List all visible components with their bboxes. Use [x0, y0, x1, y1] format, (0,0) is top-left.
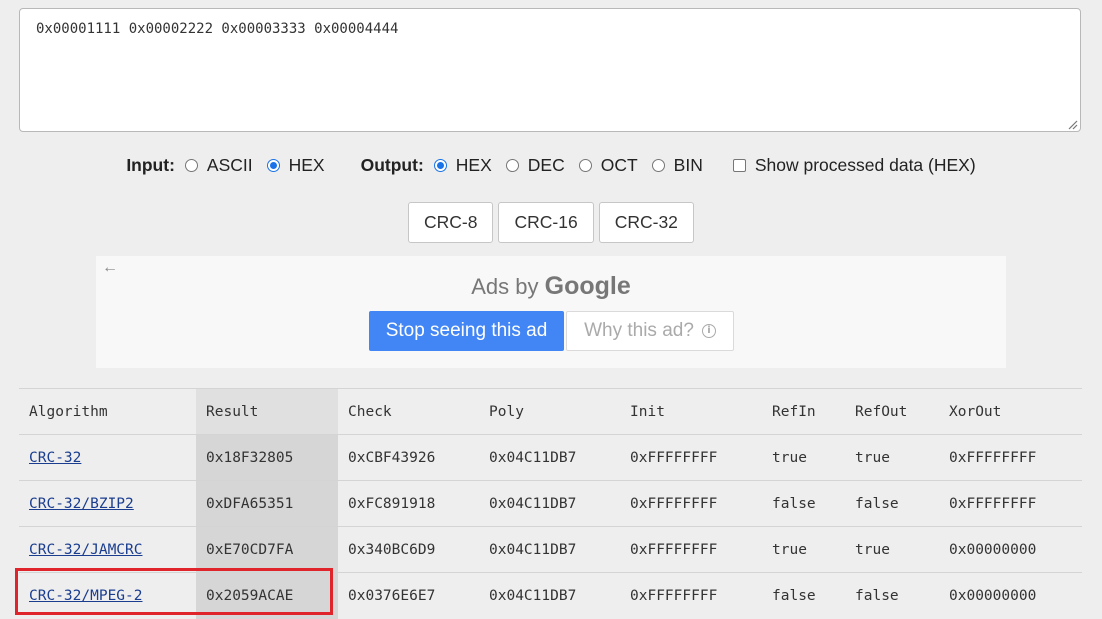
refin-cell: false [762, 480, 845, 527]
table-row: CRC-32/BZIP2 0xDFA65351 0xFC891918 0x04C… [19, 480, 1082, 527]
init-cell: 0xFFFFFFFF [620, 434, 762, 481]
table-header-row: Algorithm Result Check Poly Init RefIn R… [19, 388, 1082, 435]
header-refin: RefIn [762, 388, 845, 435]
result-cell: 0xDFA65351 [196, 480, 338, 527]
algorithm-link[interactable]: CRC-32 [29, 450, 81, 466]
init-cell: 0xFFFFFFFF [620, 572, 762, 619]
refout-cell: true [845, 526, 939, 573]
show-processed-label[interactable]: Show processed data (HEX) [755, 155, 976, 176]
header-refout: RefOut [845, 388, 939, 435]
table-row: CRC-32/JAMCRC 0xE70CD7FA 0x340BC6D9 0x04… [19, 526, 1082, 573]
show-processed-checkbox[interactable] [732, 158, 746, 172]
table-row: CRC-32 0x18F32805 0xCBF43926 0x04C11DB7 … [19, 434, 1082, 481]
refin-cell: true [762, 526, 845, 573]
poly-cell: 0x04C11DB7 [479, 572, 620, 619]
algorithm-link[interactable]: CRC-32/BZIP2 [29, 496, 134, 512]
algorithm-cell: CRC-32/MPEG-2 [19, 572, 196, 619]
output-hex-radio[interactable] [433, 158, 447, 172]
crc-results-table: Algorithm Result Check Poly Init RefIn R… [19, 388, 1082, 619]
ads-by-google-label: Ads by Google [96, 272, 1006, 301]
output-label: Output: [360, 154, 424, 175]
refout-cell: false [845, 480, 939, 527]
output-bin-label[interactable]: BIN [674, 155, 703, 176]
data-input-textarea[interactable]: 0x00001111 0x00002222 0x00003333 0x00004… [19, 8, 1081, 132]
result-cell: 0x2059ACAE [196, 572, 338, 619]
result-cell: 0x18F32805 [196, 434, 338, 481]
output-format-group: Output: HEX DEC OCT BIN [361, 155, 711, 176]
poly-cell: 0x04C11DB7 [479, 480, 620, 527]
refin-cell: true [762, 434, 845, 481]
resize-grip-icon[interactable] [1066, 118, 1078, 130]
check-cell: 0x0376E6E7 [338, 572, 479, 619]
stop-seeing-ad-button[interactable]: Stop seeing this ad [369, 311, 564, 351]
table-row: CRC-32/MPEG-2 0x2059ACAE 0x0376E6E7 0x04… [19, 572, 1082, 619]
crc-32-button[interactable]: CRC-32 [598, 202, 694, 243]
input-hex-radio[interactable] [266, 158, 280, 172]
input-hex-label[interactable]: HEX [289, 155, 325, 176]
check-cell: 0xCBF43926 [338, 434, 479, 481]
input-label: Input: [126, 154, 175, 175]
crc-width-buttons: CRC-8 CRC-16 CRC-32 [408, 202, 699, 243]
refin-cell: false [762, 572, 845, 619]
header-poly: Poly [479, 388, 620, 435]
ad-panel: ← Ads by Google Stop seeing this ad Why … [96, 256, 1006, 368]
header-init: Init [620, 388, 762, 435]
algorithm-cell: CRC-32/JAMCRC [19, 526, 196, 573]
algorithm-cell: CRC-32/BZIP2 [19, 480, 196, 527]
crc-16-button[interactable]: CRC-16 [498, 202, 594, 243]
output-bin-radio[interactable] [651, 158, 665, 172]
poly-cell: 0x04C11DB7 [479, 526, 620, 573]
algorithm-cell: CRC-32 [19, 434, 196, 481]
result-cell: 0xE70CD7FA [196, 526, 338, 573]
options-bar: Input: ASCII HEX Output: HEX DEC OCT BIN… [0, 152, 1102, 178]
xorout-cell: 0x00000000 [939, 572, 1082, 619]
refout-cell: true [845, 434, 939, 481]
header-xorout: XorOut [939, 388, 1082, 435]
xorout-cell: 0xFFFFFFFF [939, 480, 1082, 527]
show-processed-group: Show processed data (HEX) [711, 155, 976, 176]
output-dec-label[interactable]: DEC [528, 155, 565, 176]
input-ascii-label[interactable]: ASCII [207, 155, 253, 176]
input-ascii-radio[interactable] [184, 158, 198, 172]
why-this-ad-label: Why this ad? [584, 320, 694, 341]
header-algorithm: Algorithm [19, 388, 196, 435]
poly-cell: 0x04C11DB7 [479, 434, 620, 481]
header-result: Result [196, 388, 338, 435]
header-check: Check [338, 388, 479, 435]
refout-cell: false [845, 572, 939, 619]
init-cell: 0xFFFFFFFF [620, 526, 762, 573]
input-format-group: Input: ASCII HEX [126, 155, 332, 176]
output-oct-label[interactable]: OCT [601, 155, 638, 176]
init-cell: 0xFFFFFFFF [620, 480, 762, 527]
crc-8-button[interactable]: CRC-8 [408, 202, 494, 243]
check-cell: 0x340BC6D9 [338, 526, 479, 573]
info-icon: i [701, 324, 716, 338]
ads-by-prefix: Ads by [471, 274, 545, 299]
check-cell: 0xFC891918 [338, 480, 479, 527]
why-this-ad-button[interactable]: Why this ad? i [566, 311, 734, 351]
algorithm-link[interactable]: CRC-32/JAMCRC [29, 542, 143, 558]
xorout-cell: 0x00000000 [939, 526, 1082, 573]
algorithm-link[interactable]: CRC-32/MPEG-2 [29, 588, 143, 604]
output-dec-radio[interactable] [505, 158, 519, 172]
output-oct-radio[interactable] [578, 158, 592, 172]
google-logo: Google [544, 272, 631, 300]
xorout-cell: 0xFFFFFFFF [939, 434, 1082, 481]
output-hex-label[interactable]: HEX [456, 155, 492, 176]
